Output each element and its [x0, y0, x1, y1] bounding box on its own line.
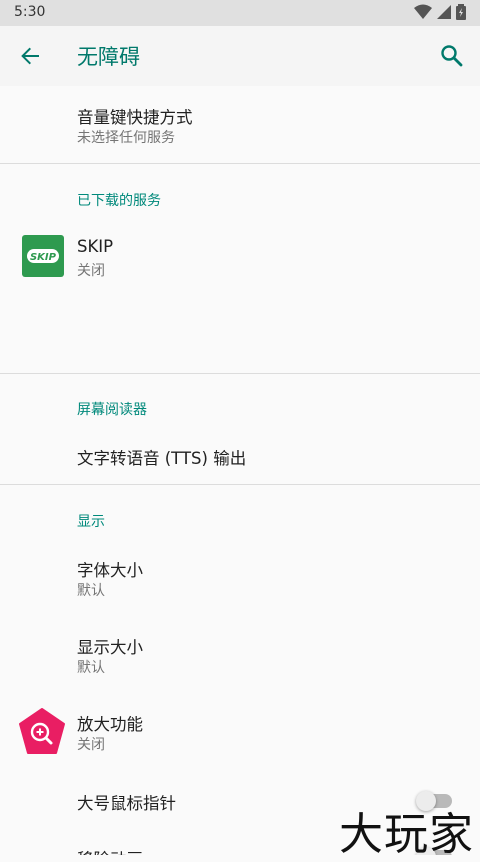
- volume-shortcut-title: 音量键快捷方式: [77, 108, 193, 127]
- volume-shortcut-item[interactable]: 音量键快捷方式 未选择任何服务: [0, 86, 480, 163]
- status-icons: [414, 4, 466, 20]
- magnification-title: 放大功能: [77, 715, 143, 734]
- app-bar: 无障碍: [0, 26, 480, 86]
- page-title: 无障碍: [77, 45, 140, 69]
- divider: [0, 484, 480, 485]
- font-size-item[interactable]: 字体大小 默认: [0, 545, 480, 617]
- magnification-item[interactable]: 放大功能 关闭: [0, 699, 480, 771]
- svg-text:SKIP: SKIP: [30, 252, 57, 263]
- wifi-icon: [414, 4, 432, 19]
- status-bar: 5:30: [0, 0, 480, 26]
- font-size-title: 字体大小: [77, 561, 143, 580]
- arrow-back-icon: [21, 47, 39, 65]
- signal-icon: [437, 5, 451, 19]
- search-button[interactable]: [436, 40, 468, 72]
- display-size-item[interactable]: 显示大小 默认: [0, 622, 480, 694]
- skip-app-icon: SKIP: [22, 235, 64, 281]
- volume-shortcut-subtitle: 未选择任何服务: [77, 130, 175, 146]
- tts-title: 文字转语音 (TTS) 输出: [77, 449, 247, 468]
- divider: [0, 373, 480, 374]
- display-size-subtitle: 默认: [77, 660, 105, 676]
- skip-subtitle: 关闭: [77, 263, 105, 279]
- remove-animation-title: 移除动画: [77, 846, 143, 855]
- large-pointer-title: 大号鼠标指针: [77, 794, 176, 813]
- magnification-subtitle: 关闭: [77, 737, 105, 753]
- magnification-icon: [18, 707, 66, 761]
- skip-service-item[interactable]: SKIP SKIP 关闭: [0, 222, 480, 290]
- section-header-screen-reader: 屏幕阅读器: [77, 402, 147, 418]
- tts-output-item[interactable]: 文字转语音 (TTS) 输出: [0, 430, 480, 484]
- section-header-downloaded: 已下载的服务: [77, 193, 161, 209]
- font-size-subtitle: 默认: [77, 583, 105, 599]
- section-header-display: 显示: [77, 514, 105, 530]
- skip-title: SKIP: [77, 237, 114, 256]
- watermark: 大玩家: [339, 809, 474, 860]
- search-icon: [441, 45, 463, 67]
- back-button[interactable]: [14, 40, 46, 72]
- display-size-title: 显示大小: [77, 638, 143, 657]
- status-time: 5:30: [14, 4, 46, 20]
- divider: [0, 163, 480, 164]
- battery-icon: [456, 4, 466, 20]
